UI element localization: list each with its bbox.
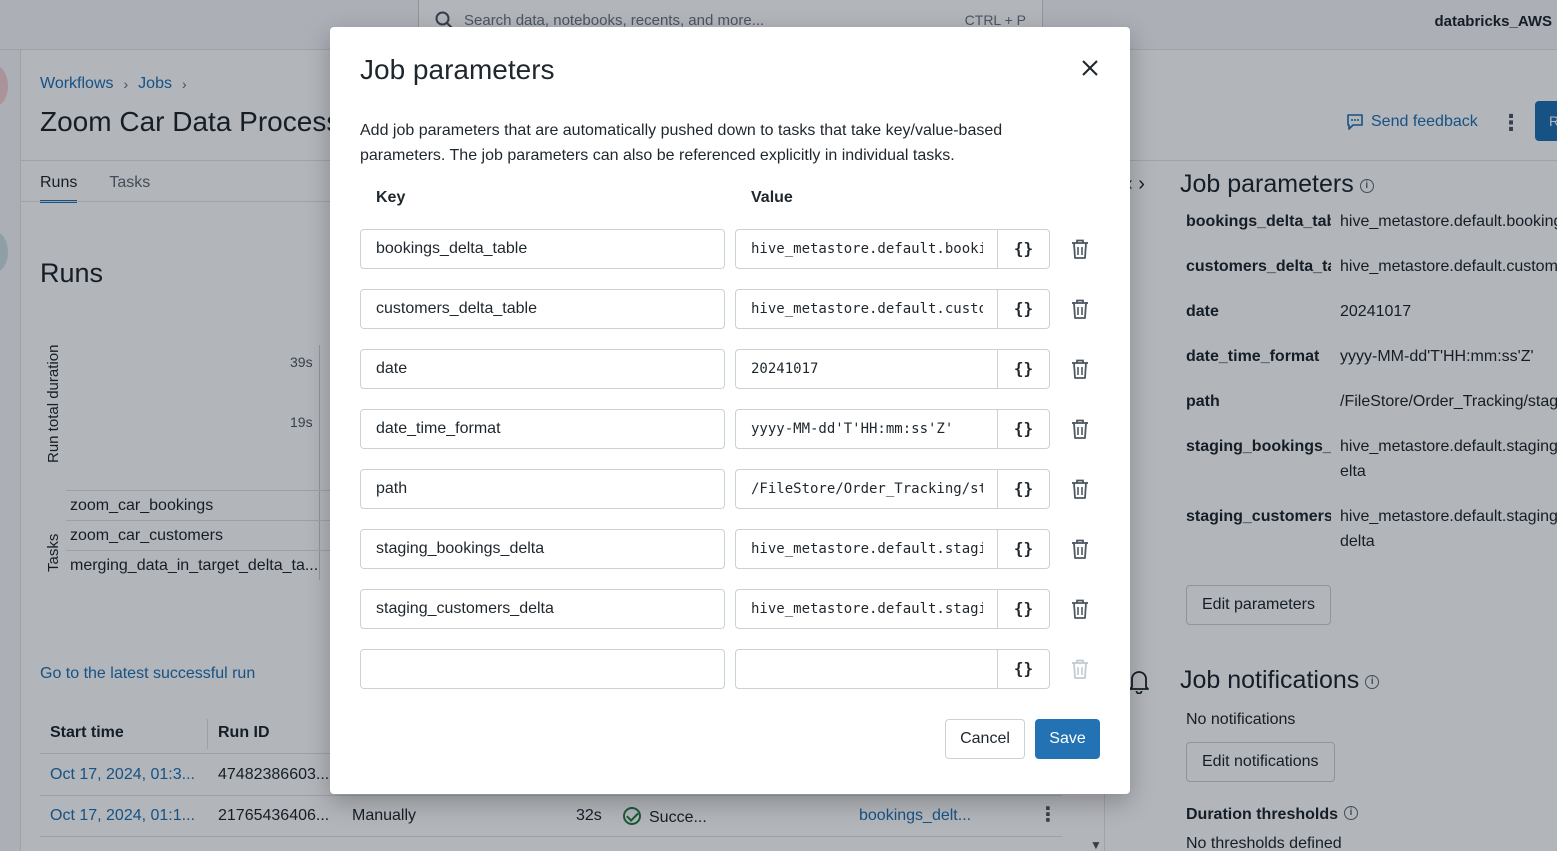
dynamic-value-braces-icon[interactable]: {} xyxy=(997,410,1049,448)
dynamic-value-braces-icon[interactable]: {} xyxy=(997,470,1049,508)
parameter-value-input[interactable] xyxy=(736,410,998,448)
parameter-value-field: {} xyxy=(735,589,1050,629)
parameter-value-field: {} xyxy=(735,649,1050,689)
parameter-value-input[interactable] xyxy=(736,290,998,328)
parameter-value-input[interactable] xyxy=(736,230,998,268)
dynamic-value-braces-icon[interactable]: {} xyxy=(997,590,1049,628)
key-column-header: Key xyxy=(376,189,406,206)
parameter-key-input[interactable] xyxy=(360,529,725,569)
trash-icon[interactable] xyxy=(1070,238,1090,260)
parameter-key-input[interactable] xyxy=(360,589,725,629)
dynamic-value-braces-icon[interactable]: {} xyxy=(997,350,1049,388)
parameter-value-field: {} xyxy=(735,469,1050,509)
parameter-key-input[interactable] xyxy=(360,409,725,449)
job-parameters-modal: Job parameters Add job parameters that a… xyxy=(330,27,1130,794)
parameter-row: {} xyxy=(360,649,1105,689)
parameter-row: {} xyxy=(360,289,1105,329)
parameter-row: {} xyxy=(360,229,1105,269)
dynamic-value-braces-icon[interactable]: {} xyxy=(997,290,1049,328)
parameter-key-input[interactable] xyxy=(360,229,725,269)
trash-icon[interactable] xyxy=(1070,478,1090,500)
parameter-key-input[interactable] xyxy=(360,469,725,509)
dynamic-value-braces-icon[interactable]: {} xyxy=(997,530,1049,568)
parameter-value-field: {} xyxy=(735,349,1050,389)
parameter-value-field: {} xyxy=(735,529,1050,569)
parameter-key-input[interactable] xyxy=(360,649,725,689)
value-column-header: Value xyxy=(751,189,793,206)
trash-icon[interactable] xyxy=(1070,658,1090,680)
trash-icon[interactable] xyxy=(1070,538,1090,560)
parameter-value-field: {} xyxy=(735,229,1050,269)
parameter-value-field: {} xyxy=(735,289,1050,329)
close-icon[interactable] xyxy=(1079,57,1101,79)
modal-title: Job parameters xyxy=(360,54,555,85)
parameter-row: {} xyxy=(360,349,1105,389)
trash-icon[interactable] xyxy=(1070,298,1090,320)
parameter-row: {} xyxy=(360,469,1105,509)
parameter-row: {} xyxy=(360,589,1105,629)
parameter-value-input[interactable] xyxy=(736,350,998,388)
dynamic-value-braces-icon[interactable]: {} xyxy=(997,230,1049,268)
parameter-key-input[interactable] xyxy=(360,289,725,329)
cancel-button[interactable]: Cancel xyxy=(945,719,1025,759)
parameter-row: {} xyxy=(360,409,1105,449)
parameter-value-input[interactable] xyxy=(736,590,998,628)
parameter-key-input[interactable] xyxy=(360,349,725,389)
parameter-value-input[interactable] xyxy=(736,470,998,508)
trash-icon[interactable] xyxy=(1070,358,1090,380)
parameter-value-input[interactable] xyxy=(736,650,998,688)
parameter-value-field: {} xyxy=(735,409,1050,449)
dynamic-value-braces-icon[interactable]: {} xyxy=(997,650,1049,688)
save-button[interactable]: Save xyxy=(1035,719,1100,759)
modal-description: Add job parameters that are automaticall… xyxy=(360,122,1003,164)
trash-icon[interactable] xyxy=(1070,418,1090,440)
trash-icon[interactable] xyxy=(1070,598,1090,620)
parameter-value-input[interactable] xyxy=(736,530,998,568)
parameter-row: {} xyxy=(360,529,1105,569)
